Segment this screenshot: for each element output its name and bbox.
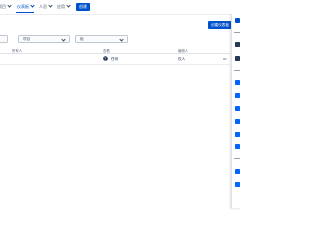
filter-label: 组 <box>80 37 84 41</box>
blue-app-icon[interactable] <box>235 93 240 98</box>
dark-app-icon[interactable] <box>235 56 240 61</box>
panel-header-icon[interactable] <box>235 18 240 23</box>
section-divider <box>234 32 240 34</box>
nav-item-dashboards[interactable]: 仪表板 <box>17 3 35 10</box>
blue-app-icon[interactable] <box>235 119 240 124</box>
nav-item-label: 项目 <box>0 4 6 9</box>
chevron-down-icon <box>65 3 71 8</box>
nav-item-label: 应用 <box>57 4 65 9</box>
chevron-down-icon <box>61 37 66 42</box>
create-dashboard-button[interactable]: 创建仪表板 <box>208 21 232 29</box>
nav-item-apps[interactable]: 应用 <box>57 3 71 10</box>
globe-icon <box>103 56 108 61</box>
blue-app-icon[interactable] <box>235 182 240 187</box>
table-row[interactable]: 任何 仅人 ••• <box>0 54 230 65</box>
group-filter[interactable]: 组 <box>75 35 128 43</box>
nav-item-people[interactable]: 人员 <box>39 3 53 10</box>
view-permission: 任何 <box>111 57 119 61</box>
chevron-down-icon <box>119 37 124 42</box>
create-button[interactable]: 创建 <box>76 3 90 11</box>
search-filter[interactable] <box>0 35 8 43</box>
chevron-down-icon <box>6 3 12 8</box>
chevron-down-icon <box>29 3 35 8</box>
blue-app-icon[interactable] <box>235 132 240 137</box>
section-divider <box>234 158 240 160</box>
filter-label: 项目 <box>23 37 31 41</box>
nav-item-label: 人员 <box>39 4 47 9</box>
blue-app-icon[interactable] <box>235 144 240 149</box>
column-header-view[interactable]: 查看 <box>103 48 110 53</box>
table-header: 所有人 查看 编辑人 <box>0 47 230 54</box>
chevron-down-icon <box>47 3 53 8</box>
editor-permission: 仅人 <box>178 57 186 61</box>
top-navigation: 项目 仪表板 人员 应用 创建 <box>0 0 240 15</box>
blue-app-icon[interactable] <box>235 106 240 111</box>
dark-app-icon[interactable] <box>235 42 240 47</box>
blue-app-icon[interactable] <box>235 80 240 85</box>
right-side-panel <box>231 14 241 208</box>
nav-item-label: 仪表板 <box>17 4 29 9</box>
column-header-owner[interactable]: 所有人 <box>12 48 22 53</box>
column-header-editor[interactable]: 编辑人 <box>178 48 188 53</box>
project-filter[interactable]: 项目 <box>18 35 70 43</box>
more-actions-icon[interactable]: ••• <box>223 56 227 61</box>
nav-item-projects[interactable]: 项目 <box>0 3 12 10</box>
blue-app-icon[interactable] <box>235 169 240 174</box>
active-tab-indicator <box>16 12 34 14</box>
section-divider <box>234 70 240 72</box>
